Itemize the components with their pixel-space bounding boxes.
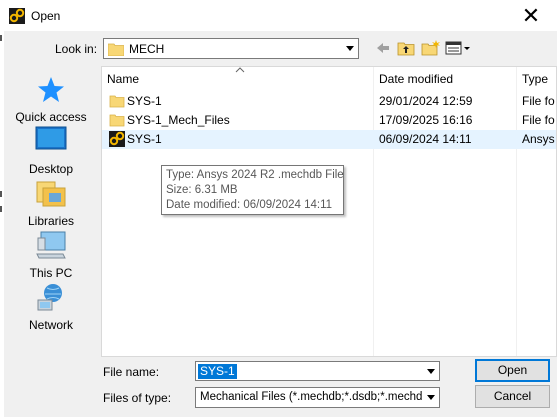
tooltip-type: Type: Ansys 2024 R2 .mechdb File	[166, 169, 344, 181]
file-name-label: File name:	[103, 365, 160, 379]
ansys-app-icon	[9, 8, 25, 24]
chevron-down-icon[interactable]	[341, 39, 358, 58]
cancel-button[interactable]: Cancel	[475, 385, 550, 408]
files-of-type-dropdown[interactable]: Mechanical Files (*.mechdb;*.dsdb;*.mech…	[195, 387, 440, 408]
new-folder-icon[interactable]	[421, 39, 441, 57]
place-network[interactable]: Network	[4, 282, 98, 334]
file-row[interactable]: SYS-1 29/01/2024 12:59 File fo	[102, 92, 556, 111]
desktop-icon	[35, 126, 67, 150]
file-type: Ansys	[522, 132, 555, 146]
column-header-type[interactable]: Type	[517, 67, 556, 91]
window-title: Open	[31, 9, 61, 23]
edge-mark	[0, 35, 2, 41]
file-name: SYS-1	[127, 132, 162, 146]
column-header-date[interactable]: Date modified	[374, 67, 516, 91]
up-folder-icon[interactable]	[397, 39, 415, 57]
quick-access-icon	[38, 77, 64, 102]
tooltip-size: Size: 6.31 MB	[166, 184, 238, 196]
tooltip-date: Date modified: 06/09/2024 14:11	[166, 199, 333, 211]
network-icon	[37, 284, 62, 311]
this-pc-icon	[36, 231, 66, 259]
view-menu-icon[interactable]	[445, 39, 471, 57]
place-this-pc[interactable]: This PC	[4, 230, 98, 282]
look-in-value: MECH	[129, 42, 165, 56]
file-row[interactable]: SYS-1_Mech_Files 17/09/2025 16:16 File f…	[102, 111, 556, 130]
close-button[interactable]: ✕	[511, 2, 551, 30]
chevron-down-icon[interactable]	[422, 362, 439, 380]
files-of-type-label: Files of type:	[103, 391, 172, 405]
back-arrow-icon[interactable]	[376, 39, 390, 57]
file-name-input[interactable]: SYS-1	[195, 361, 440, 381]
chevron-down-icon[interactable]	[422, 388, 439, 407]
place-quick-access[interactable]: Quick access	[4, 74, 98, 126]
look-in-dropdown[interactable]: MECH	[103, 38, 359, 59]
place-desktop[interactable]: Desktop	[4, 126, 98, 178]
libraries-icon	[36, 181, 66, 207]
file-date: 29/01/2024 12:59	[379, 94, 473, 108]
folder-icon	[108, 43, 124, 56]
files-of-type-value: Mechanical Files (*.mechdb;*.dsdb;*.mech…	[200, 391, 422, 403]
file-type: File fo	[522, 94, 555, 108]
file-name: SYS-1_Mech_Files	[127, 113, 230, 127]
file-row-selected[interactable]: SYS-1 06/09/2024 14:11 Ansys	[102, 130, 556, 149]
place-label: Desktop	[28, 162, 74, 176]
file-name: SYS-1	[127, 94, 162, 108]
edge-mark	[0, 191, 2, 197]
places-bar: Quick access Desktop Libraries This PC N…	[4, 66, 98, 356]
look-in-label: Look in:	[55, 42, 98, 56]
edge-mark	[0, 206, 2, 212]
place-label: Quick access	[15, 110, 87, 124]
place-label: Network	[28, 318, 73, 332]
file-date: 17/09/2025 16:16	[379, 113, 473, 127]
file-tooltip: Type: Ansys 2024 R2 .mechdb File Size: 6…	[161, 165, 344, 215]
place-label: This PC	[29, 266, 73, 280]
ansys-mechdb-icon	[109, 131, 125, 147]
open-button[interactable]: Open	[475, 359, 550, 382]
place-label: Libraries	[27, 214, 75, 228]
folder-icon	[109, 95, 125, 108]
column-header-name[interactable]: Name	[102, 67, 373, 91]
file-type: File fo	[522, 113, 555, 127]
title-bar: Open ✕	[0, 0, 557, 31]
file-name-value: SYS-1	[198, 364, 237, 379]
folder-icon	[109, 114, 125, 127]
file-date: 06/09/2024 14:11	[379, 132, 472, 146]
place-libraries[interactable]: Libraries	[4, 178, 98, 230]
